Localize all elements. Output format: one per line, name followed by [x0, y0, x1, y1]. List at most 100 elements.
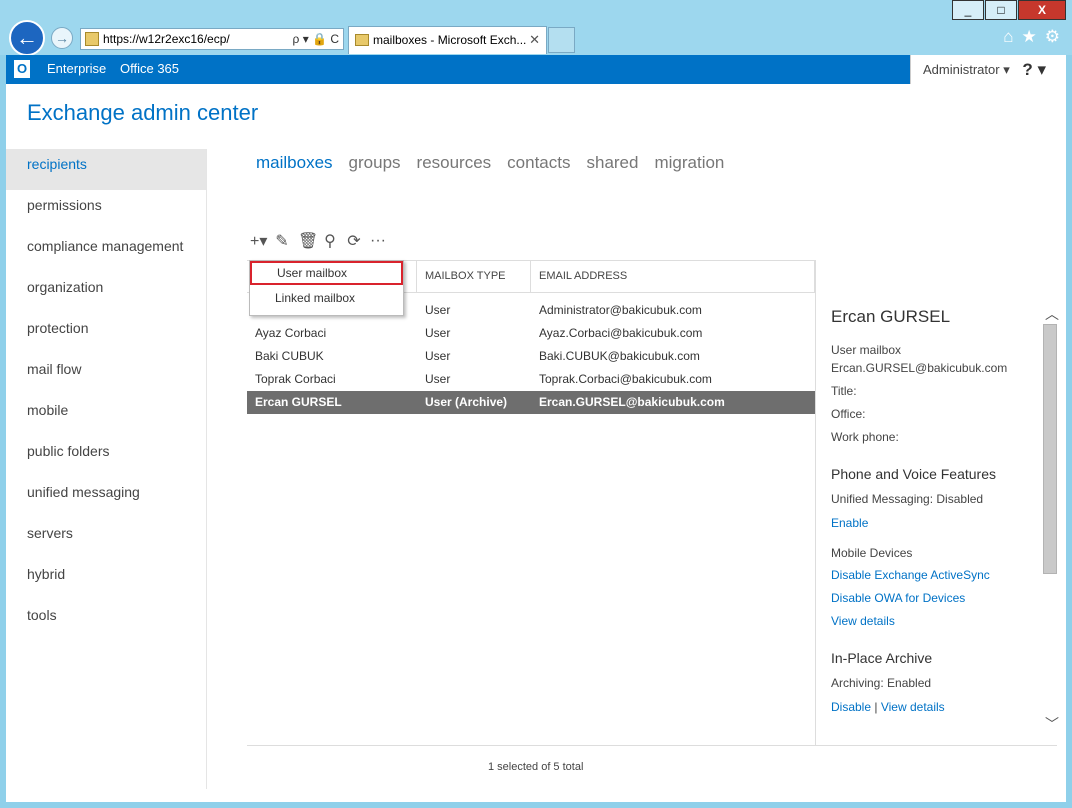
nav-item-recipients[interactable]: recipients	[6, 149, 206, 190]
window-controls: _ □ X	[951, 0, 1066, 20]
recipient-tabs: mailboxes groups resources contacts shar…	[256, 153, 740, 173]
nav-item-mail-flow[interactable]: mail flow	[6, 354, 206, 395]
table-row-selected[interactable]: Ercan GURSEL User (Archive) Ercan.GURSEL…	[247, 391, 815, 414]
settings-gear-icon[interactable]: ⚙	[1045, 27, 1060, 47]
minimize-button[interactable]: _	[952, 0, 984, 20]
archive-link-separator: |	[874, 700, 878, 714]
tab-resources[interactable]: resources	[417, 153, 492, 173]
search-icon[interactable]: ⚲	[322, 231, 338, 251]
nav-item-servers[interactable]: servers	[6, 518, 206, 559]
details-pane: Ercan GURSEL User mailbox Ercan.GURSEL@b…	[831, 292, 1031, 716]
archive-disable-link[interactable]: Disable	[831, 700, 871, 714]
office-logo-icon[interactable]: O	[14, 60, 30, 78]
address-bar[interactable]: https://w12r2exc16/ecp/ ρ ▾ 🔒 C	[80, 28, 344, 50]
favorites-star-icon[interactable]: ★	[1022, 27, 1037, 47]
tab-contacts[interactable]: contacts	[507, 153, 570, 173]
scroll-down-icon[interactable]: ﹀	[1045, 714, 1059, 734]
cell-display-name: Toprak Corbaci	[255, 372, 336, 386]
browser-tab-mailboxes[interactable]: mailboxes - Microsoft Exch... ✕	[348, 26, 547, 54]
cell-email: Ercan.GURSEL@bakicubuk.com	[539, 395, 725, 409]
cell-display-name: Baki CUBUK	[255, 349, 324, 363]
details-type: User mailbox	[831, 343, 902, 357]
cell-email: Toprak.Corbaci@bakicubuk.com	[539, 372, 712, 386]
mobile-view-details-link[interactable]: View details	[831, 612, 1031, 630]
nav-item-mobile[interactable]: mobile	[6, 395, 206, 436]
table-row[interactable]: Baki CUBUK User Baki.CUBUK@bakicubuk.com	[247, 345, 815, 368]
cell-email: Ayaz.Corbaci@bakicubuk.com	[539, 326, 703, 340]
cell-email: Administrator@bakicubuk.com	[539, 303, 702, 317]
nav-item-compliance-management[interactable]: compliance management	[6, 231, 206, 272]
nav-item-organization[interactable]: organization	[6, 272, 206, 313]
left-navigation: recipients permissions compliance manage…	[6, 149, 206, 641]
details-office-label: Office:	[831, 407, 866, 421]
help-menu[interactable]: ? ▾	[1022, 55, 1046, 84]
page-icon	[85, 32, 99, 46]
browser-toolbar-icons: ⌂ ★ ⚙	[1003, 27, 1060, 47]
phone-voice-header: Phone and Voice Features	[831, 466, 997, 482]
new-tab-button[interactable]	[548, 27, 575, 53]
delete-trash-icon[interactable]: 🗑	[298, 231, 318, 251]
details-name: Ercan GURSEL	[831, 307, 951, 326]
close-tab-icon[interactable]: ✕	[529, 27, 540, 53]
new-mailbox-dropdown: User mailbox Linked mailbox	[249, 260, 404, 316]
back-arrow-icon[interactable]: ←	[9, 20, 45, 56]
cell-mailbox-type: User	[425, 372, 451, 386]
user-menu[interactable]: Administrator ▾ ? ▾	[910, 55, 1066, 84]
tab-groups[interactable]: groups	[349, 153, 401, 173]
office-top-bar: O Enterprise Office 365 Administrator ▾ …	[6, 55, 1066, 84]
details-scrollbar-thumb[interactable]	[1043, 324, 1057, 574]
nav-item-protection[interactable]: protection	[6, 313, 206, 354]
details-email: Ercan.GURSEL@bakicubuk.com	[831, 361, 1008, 375]
eac-page: Exchange admin center recipients permiss…	[6, 84, 1066, 802]
details-divider	[815, 260, 816, 745]
nav-item-unified-messaging[interactable]: unified messaging	[6, 477, 206, 518]
um-enable-link[interactable]: Enable	[831, 514, 1031, 532]
grid-bottom-divider	[247, 745, 1057, 746]
table-row[interactable]: Ayaz Corbaci User Ayaz.Corbaci@bakicubuk…	[247, 322, 815, 345]
mobile-devices-header: Mobile Devices	[831, 546, 913, 560]
scroll-up-icon[interactable]: ︿	[1045, 304, 1059, 324]
tab-migration[interactable]: migration	[654, 153, 724, 173]
office365-link[interactable]: Office 365	[120, 61, 179, 76]
cell-mailbox-type: User	[425, 326, 451, 340]
add-plus-icon[interactable]: +▾	[250, 231, 267, 251]
tab-title: mailboxes - Microsoft Exch...	[373, 33, 527, 47]
column-header-mailbox-type[interactable]: MAILBOX TYPE	[417, 261, 531, 292]
tab-mailboxes[interactable]: mailboxes	[256, 153, 333, 173]
menu-item-linked-mailbox[interactable]: Linked mailbox	[250, 286, 403, 310]
cell-email: Baki.CUBUK@bakicubuk.com	[539, 349, 700, 363]
refresh-icon[interactable]: ⟳	[346, 231, 362, 251]
tab-shared[interactable]: shared	[586, 153, 638, 173]
nav-item-tools[interactable]: tools	[6, 600, 206, 641]
home-icon[interactable]: ⌂	[1003, 27, 1013, 47]
selection-status: 1 selected of 5 total	[488, 761, 584, 773]
cell-display-name: Ercan GURSEL	[255, 395, 342, 409]
archive-view-details-link[interactable]: View details	[881, 700, 945, 714]
um-status: Unified Messaging: Disabled	[831, 492, 984, 506]
in-place-archive-header: In-Place Archive	[831, 650, 933, 666]
address-tools[interactable]: ρ ▾ 🔒 C	[293, 29, 339, 49]
edit-pencil-icon[interactable]: ✎	[274, 231, 290, 251]
cell-mailbox-type: User (Archive)	[425, 395, 508, 409]
address-text: https://w12r2exc16/ecp/	[103, 32, 230, 46]
cell-mailbox-type: User	[425, 303, 451, 317]
archiving-status: Archiving: Enabled	[831, 676, 932, 690]
nav-divider	[206, 149, 207, 789]
cell-display-name: Ayaz Corbaci	[255, 326, 327, 340]
disable-eas-link[interactable]: Disable Exchange ActiveSync	[831, 566, 1031, 584]
close-window-button[interactable]: X	[1018, 0, 1066, 20]
nav-item-public-folders[interactable]: public folders	[6, 436, 206, 477]
menu-item-user-mailbox[interactable]: User mailbox	[250, 261, 403, 285]
nav-item-permissions[interactable]: permissions	[6, 190, 206, 231]
archive-links: Disable | View details	[831, 698, 1031, 716]
enterprise-link[interactable]: Enterprise	[47, 61, 106, 76]
maximize-button[interactable]: □	[985, 0, 1017, 20]
more-options-icon[interactable]: ···	[370, 232, 386, 250]
column-header-email-address[interactable]: EMAIL ADDRESS	[531, 261, 815, 292]
page-icon	[355, 34, 369, 46]
browser-chrome: _ □ X ← → https://w12r2exc16/ecp/ ρ ▾ 🔒 …	[0, 0, 1072, 56]
forward-arrow-icon[interactable]: →	[51, 27, 73, 49]
nav-item-hybrid[interactable]: hybrid	[6, 559, 206, 600]
disable-owa-link[interactable]: Disable OWA for Devices	[831, 589, 1031, 607]
table-row[interactable]: Toprak Corbaci User Toprak.Corbaci@bakic…	[247, 368, 815, 391]
